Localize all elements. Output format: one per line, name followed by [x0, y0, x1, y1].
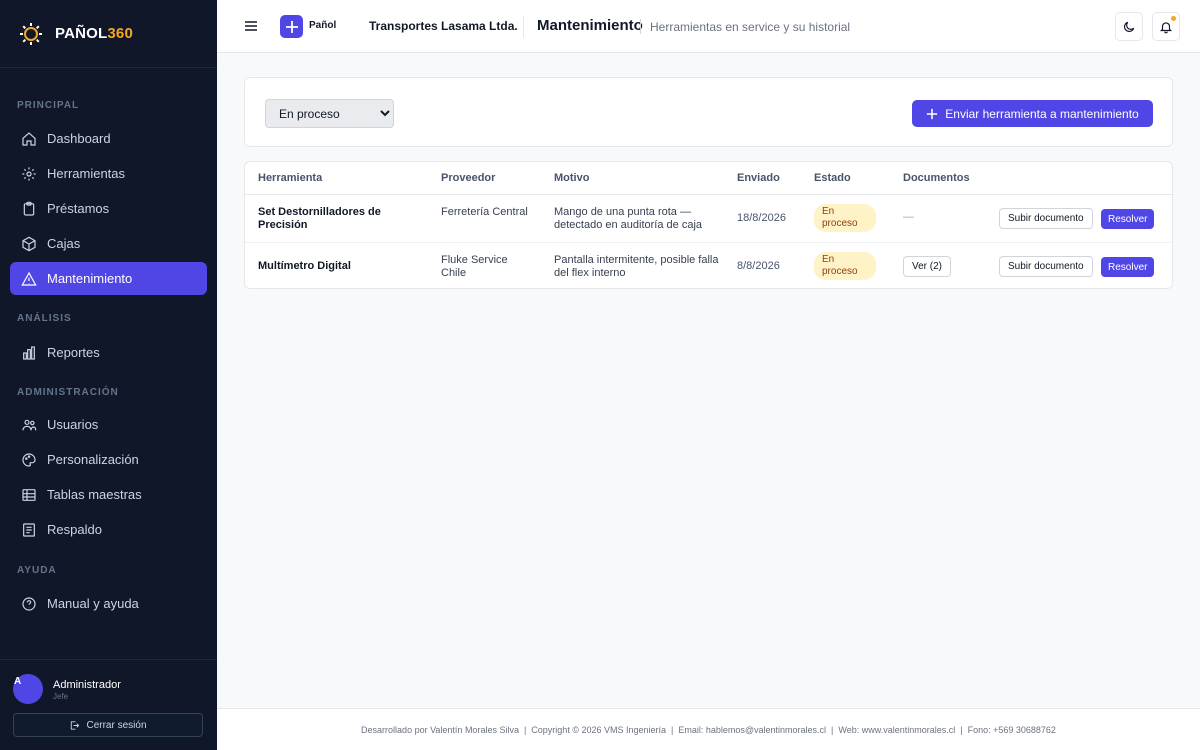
status-badge: En proceso — [814, 204, 876, 232]
sidebar: PAÑOL360 PRINCIPAL Dashboard Herramienta… — [0, 0, 217, 750]
table-icon — [21, 487, 37, 503]
section-label-analisis: ANÁLISIS — [17, 313, 72, 324]
avatar[interactable]: A — [13, 674, 43, 704]
documents-empty: — — [903, 211, 914, 223]
user-role: Jefe — [53, 692, 69, 701]
company-name: Transportes Lasama Ltda. — [369, 19, 518, 33]
user-name: Administrador — [53, 679, 121, 691]
moon-icon — [1124, 21, 1135, 32]
gear-icon — [21, 166, 37, 182]
column-header-enviado: Enviado — [737, 172, 780, 184]
filter-card: En proceso Enviar herramienta a mantenim… — [244, 77, 1173, 147]
sidebar-item-label: Préstamos — [47, 201, 110, 216]
upload-document-button[interactable]: Subir documento — [999, 256, 1093, 277]
maintenance-table: Herramienta Proveedor Motivo Enviado Est… — [244, 161, 1173, 289]
bar-chart-icon — [21, 345, 37, 361]
header-divider — [523, 16, 524, 38]
table-row: Set Destornilladores de Precisión Ferret… — [245, 195, 1172, 242]
box-icon — [21, 236, 37, 252]
column-header-proveedor: Proveedor — [441, 172, 496, 184]
send-to-maintenance-label: Enviar herramienta a mantenimiento — [945, 106, 1139, 121]
logout-icon — [71, 720, 80, 730]
sidebar-item-label: Respaldo — [47, 522, 102, 537]
sidebar-item-usuarios[interactable]: Usuarios — [10, 408, 207, 441]
status-badge: En proceso — [814, 252, 876, 280]
sent-date: 18/8/2026 — [737, 212, 786, 224]
archive-icon — [21, 522, 37, 538]
sidebar-item-label: Dashboard — [47, 131, 111, 146]
view-documents-button[interactable]: Ver (2) — [903, 256, 952, 277]
sidebar-item-label: Personalización — [47, 452, 139, 467]
sidebar-item-manual-ayuda[interactable]: Manual y ayuda — [10, 587, 207, 620]
help-circle-icon — [21, 596, 37, 612]
sidebar-item-mantenimiento[interactable]: Mantenimiento — [10, 262, 207, 295]
plus-icon — [927, 108, 938, 119]
app-label: Pañol — [309, 20, 337, 31]
footer-text: Desarrollado por Valentín Morales Silva … — [361, 725, 1056, 735]
page-subtitle: Herramientas en service y su historial — [650, 20, 851, 34]
users-icon — [21, 417, 37, 433]
page-title: Mantenimiento — [537, 17, 643, 34]
notification-dot — [1171, 16, 1176, 21]
user-block: A Administrador Jefe Cerrar sesión — [0, 659, 217, 750]
bell-icon — [1159, 21, 1173, 33]
tool-name[interactable]: Set Destornilladores de Precisión — [258, 206, 418, 231]
sidebar-item-personalizacion[interactable]: Personalización — [10, 443, 207, 476]
section-label-ayuda: AYUDA — [17, 565, 57, 576]
top-header: Pañol Transportes Lasama Ltda. Mantenimi… — [217, 0, 1200, 53]
section-label-principal: PRINCIPAL — [17, 100, 80, 111]
sidebar-item-label: Cajas — [47, 236, 81, 251]
column-header-herramienta: Herramienta — [258, 172, 323, 184]
column-header-motivo: Motivo — [554, 172, 590, 184]
sidebar-item-label: Usuarios — [47, 417, 99, 432]
sidebar-item-label: Herramientas — [47, 166, 126, 181]
status-filter-select[interactable]: En proceso — [265, 99, 394, 128]
sidebar-item-reportes[interactable]: Reportes — [10, 336, 207, 369]
reason-text: Pantalla intermitente, posible falla del… — [554, 254, 719, 279]
home-icon — [21, 131, 37, 147]
logout-button[interactable]: Cerrar sesión — [13, 713, 203, 737]
footer: Desarrollado por Valentín Morales Silva … — [217, 708, 1200, 750]
sidebar-item-respaldo[interactable]: Respaldo — [10, 513, 207, 546]
resolve-button[interactable]: Resolver — [1101, 209, 1155, 229]
notifications-button[interactable] — [1152, 12, 1180, 41]
brand-name: PAÑOL360 — [55, 25, 134, 42]
brand[interactable]: PAÑOL360 — [0, 0, 217, 68]
sidebar-item-label: Mantenimiento — [47, 271, 133, 286]
sun-gear-logo-icon — [20, 22, 42, 45]
section-label-administracion: ADMINISTRACIÓN — [17, 387, 119, 398]
resolve-button[interactable]: Resolver — [1101, 257, 1155, 277]
warning-icon — [21, 271, 37, 287]
column-header-documentos: Documentos — [903, 172, 970, 184]
app-plus-logo[interactable] — [280, 15, 303, 38]
provider-name: Fluke Service Chile — [441, 254, 508, 279]
sidebar-item-label: Manual y ayuda — [47, 596, 139, 611]
tool-name[interactable]: Multímetro Digital — [258, 260, 418, 273]
reason-text: Mango de una punta rota — detectado en a… — [554, 206, 703, 231]
upload-document-button[interactable]: Subir documento — [999, 208, 1093, 229]
sidebar-item-dashboard[interactable]: Dashboard — [10, 122, 207, 155]
plus-icon — [285, 20, 298, 33]
logout-label: Cerrar sesión — [86, 719, 147, 731]
sidebar-item-tablas-maestras[interactable]: Tablas maestras — [10, 478, 207, 511]
sidebar-item-cajas[interactable]: Cajas — [10, 227, 207, 260]
sidebar-item-label: Reportes — [47, 345, 100, 360]
table-row: Multímetro Digital Fluke Service Chile P… — [245, 242, 1172, 289]
send-to-maintenance-button[interactable]: Enviar herramienta a mantenimiento — [912, 100, 1153, 127]
header-divider — [640, 19, 641, 34]
palette-icon — [21, 452, 37, 468]
column-header-estado: Estado — [814, 172, 851, 184]
provider-name: Ferretería Central — [441, 206, 528, 218]
clipboard-icon — [21, 201, 37, 217]
sent-date: 8/8/2026 — [737, 260, 780, 272]
menu-icon[interactable] — [244, 19, 258, 33]
theme-toggle-button[interactable] — [1115, 12, 1143, 41]
sidebar-item-herramientas[interactable]: Herramientas — [10, 157, 207, 190]
sidebar-item-label: Tablas maestras — [47, 487, 142, 502]
sidebar-item-prestamos[interactable]: Préstamos — [10, 192, 207, 225]
